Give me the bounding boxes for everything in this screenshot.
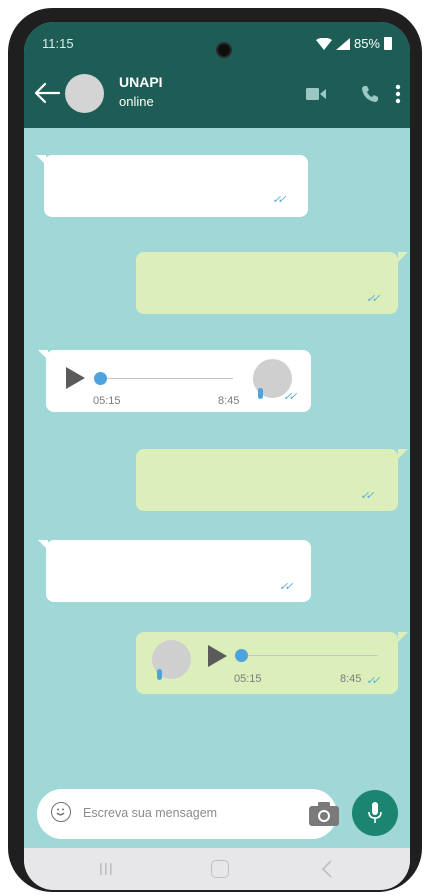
nav-recent-icon[interactable]: [99, 862, 113, 876]
front-camera: [216, 42, 232, 58]
camera-icon[interactable]: [309, 802, 339, 826]
audio-duration: 05:15: [234, 673, 262, 685]
back-arrow-icon[interactable]: [32, 78, 62, 108]
phone-icon[interactable]: [361, 85, 379, 103]
audio-duration: 05:15: [93, 395, 121, 407]
message-input[interactable]: Escreva sua mensagem: [83, 806, 217, 820]
menu-dots-icon[interactable]: [395, 84, 401, 104]
system-nav-bar: [24, 848, 410, 890]
double-tick-icon: ✓✓: [360, 490, 375, 502]
audio-progress-track[interactable]: [248, 655, 378, 656]
play-icon[interactable]: [66, 367, 85, 389]
emoji-icon[interactable]: [51, 802, 71, 822]
contact-avatar[interactable]: [65, 74, 104, 113]
incoming-audio-message[interactable]: 05:15 8:45 ✓✓: [46, 350, 311, 412]
battery-percent: 85%: [353, 36, 380, 51]
nav-home-icon[interactable]: [211, 860, 229, 878]
nav-back-icon[interactable]: [321, 859, 333, 879]
wifi-icon: [315, 37, 332, 50]
double-tick-icon: ✓✓: [279, 581, 294, 593]
mic-icon: [157, 669, 162, 680]
double-tick-icon: ✓✓: [366, 675, 381, 687]
audio-progress-track[interactable]: [107, 378, 233, 379]
outgoing-audio-message[interactable]: 05:15 8:45 ✓✓: [136, 632, 398, 694]
incoming-message[interactable]: ✓✓: [44, 155, 308, 217]
contact-name[interactable]: UNAPI: [119, 74, 163, 90]
status-bar: 11:15 85%: [24, 22, 410, 62]
bubble-tail: [398, 252, 408, 262]
battery-icon: [384, 37, 392, 50]
play-icon[interactable]: [208, 645, 227, 667]
chat-screen: 11:15 85% UNAPI online ✓✓ ✓✓ 05:15 8:45 …: [24, 22, 410, 890]
outgoing-message[interactable]: ✓✓: [136, 449, 398, 511]
audio-progress-dot[interactable]: [94, 372, 107, 385]
mic-button[interactable]: [352, 790, 398, 836]
status-icons: 85%: [315, 36, 392, 51]
outgoing-message[interactable]: ✓✓: [136, 252, 398, 314]
bubble-tail: [398, 449, 408, 459]
status-time: 11:15: [42, 36, 74, 51]
bubble-tail: [398, 632, 408, 642]
double-tick-icon: ✓✓: [272, 194, 287, 206]
double-tick-icon: ✓✓: [366, 293, 381, 305]
message-time: 8:45: [340, 673, 362, 685]
double-tick-icon: ✓✓: [283, 391, 298, 403]
mic-icon: [368, 802, 382, 823]
incoming-message[interactable]: ✓✓: [46, 540, 311, 602]
audio-progress-dot[interactable]: [235, 649, 248, 662]
mic-icon: [258, 388, 263, 399]
contact-status: online: [119, 94, 154, 109]
message-time: 8:45: [218, 395, 240, 407]
signal-icon: [335, 37, 350, 50]
message-input-bar: Escreva sua mensagem: [37, 789, 339, 839]
chat-header: UNAPI online: [24, 62, 410, 128]
video-call-icon[interactable]: [306, 88, 326, 100]
